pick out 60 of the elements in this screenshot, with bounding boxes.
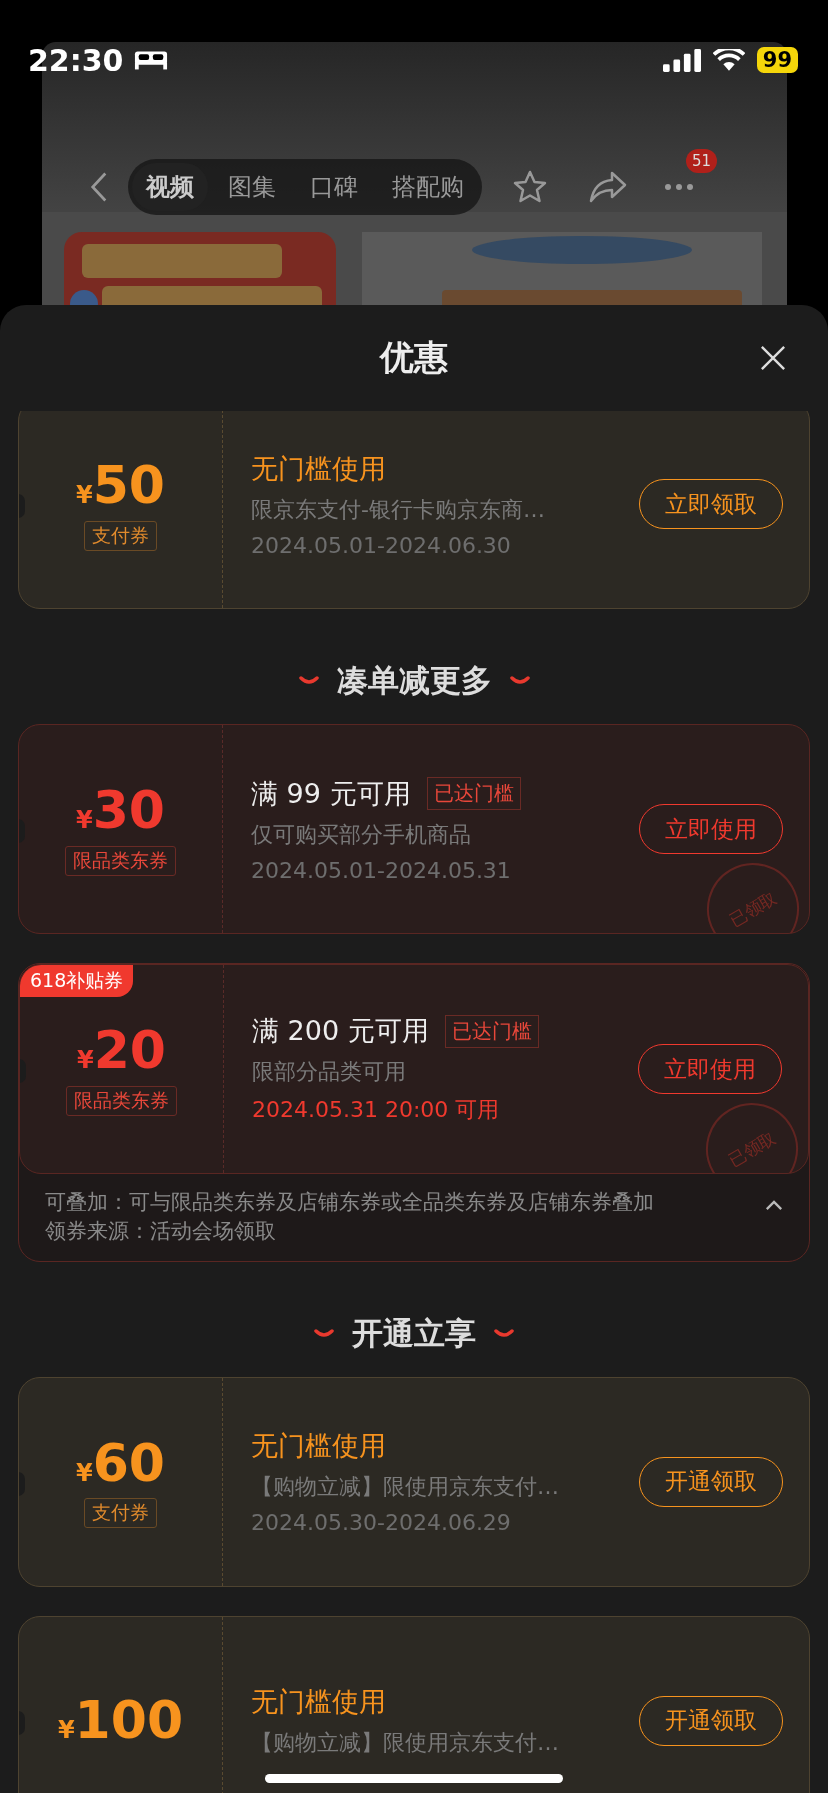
coupon-validity: 2024.05.31 20:00 可用 [252, 1096, 501, 1124]
coupon-action-button[interactable]: 立即领取 [639, 479, 783, 529]
tab[interactable]: 口碑 [296, 163, 372, 211]
currency-symbol: ¥ [75, 481, 93, 510]
coupon-amount: 30 [92, 782, 166, 840]
close-icon[interactable] [760, 345, 786, 371]
coupon-action-button[interactable]: 开通领取 [639, 1695, 783, 1746]
coupon-condition: 无门槛使用 [251, 1429, 386, 1464]
threshold-badge: 已达门槛 [426, 777, 521, 810]
star-icon[interactable] [512, 169, 548, 205]
coupon-amount: 50 [92, 457, 166, 515]
currency-symbol: ¥ [76, 1046, 94, 1075]
coupon-description: 限京东支付-银行卡购京东商… [251, 495, 546, 524]
more-icon[interactable] [664, 183, 694, 191]
battery-indicator: 99 [756, 47, 798, 73]
coupon-condition: 无门槛使用 [251, 1684, 386, 1719]
coupon-description: 限部分品类可用 [252, 1058, 407, 1086]
smile-icon [298, 676, 319, 686]
signal-icon [662, 48, 701, 72]
back-icon[interactable] [90, 171, 108, 203]
section-heading: 凑单减更多 [336, 661, 492, 700]
coupon-description: 仅可购买部分手机商品 [251, 820, 472, 849]
coupon-amount: 60 [92, 1435, 166, 1493]
coupon-detail-text: 可叠加：可与限品类东券及店铺东券或全品类东券及店铺东券叠加 [45, 1189, 655, 1216]
status-time: 22:30 [28, 42, 124, 78]
coupon-validity: 2024.05.01-2024.06.30 [251, 532, 512, 558]
currency-symbol: ¥ [57, 1716, 75, 1745]
coupon-type-tag: 限品类东券 [65, 845, 176, 876]
coupon-validity: 2024.05.01-2024.05.31 [251, 857, 512, 883]
coupon-validity: 2024.05.30-2024.06.29 [251, 1510, 512, 1536]
sheet-title: 优惠 [380, 336, 448, 379]
collapse-chevron-icon[interactable] [765, 1200, 783, 1211]
coupon-type-tag: 支付券 [84, 1498, 157, 1529]
section-heading: 开通立享 [352, 1313, 476, 1353]
coupon-action-button[interactable]: 开通领取 [639, 1456, 783, 1507]
coupon-type-tag: 限品类东券 [66, 1085, 177, 1116]
coupon-ribbon: 618补贴券 [20, 965, 134, 997]
coupon-condition: 无门槛使用 [251, 451, 386, 486]
coupon-action-button[interactable]: 立即使用 [638, 1044, 782, 1094]
share-icon[interactable] [588, 170, 628, 204]
currency-symbol: ¥ [75, 1459, 93, 1488]
coupon-condition: 满 200 元可用 [252, 1014, 429, 1048]
coupon-condition: 满 99 元可用 [251, 776, 411, 811]
smile-icon [509, 676, 530, 686]
smile-icon [494, 1328, 514, 1339]
coupon-type-tag: 支付券 [84, 520, 157, 551]
currency-symbol: ¥ [75, 806, 93, 835]
coupon-amount: 20 [93, 1022, 167, 1080]
coupon-detail-text: 领券来源：活动会场领取 [45, 1218, 277, 1246]
tab[interactable]: 搭配购 [378, 163, 478, 211]
coupon-action-button[interactable]: 立即使用 [639, 804, 783, 854]
tab[interactable]: 图集 [214, 163, 290, 211]
notification-badge: 51 [686, 149, 718, 173]
coupon-amount: 100 [74, 1692, 184, 1750]
coupon-description: 【购物立减】限使用京东支付… [251, 1728, 560, 1757]
threshold-badge: 已达门槛 [444, 1014, 539, 1048]
wifi-icon [712, 48, 745, 72]
smile-icon [314, 1328, 334, 1339]
coupon-description: 【购物立减】限使用京东支付… [251, 1473, 560, 1502]
bed-icon [133, 49, 168, 71]
